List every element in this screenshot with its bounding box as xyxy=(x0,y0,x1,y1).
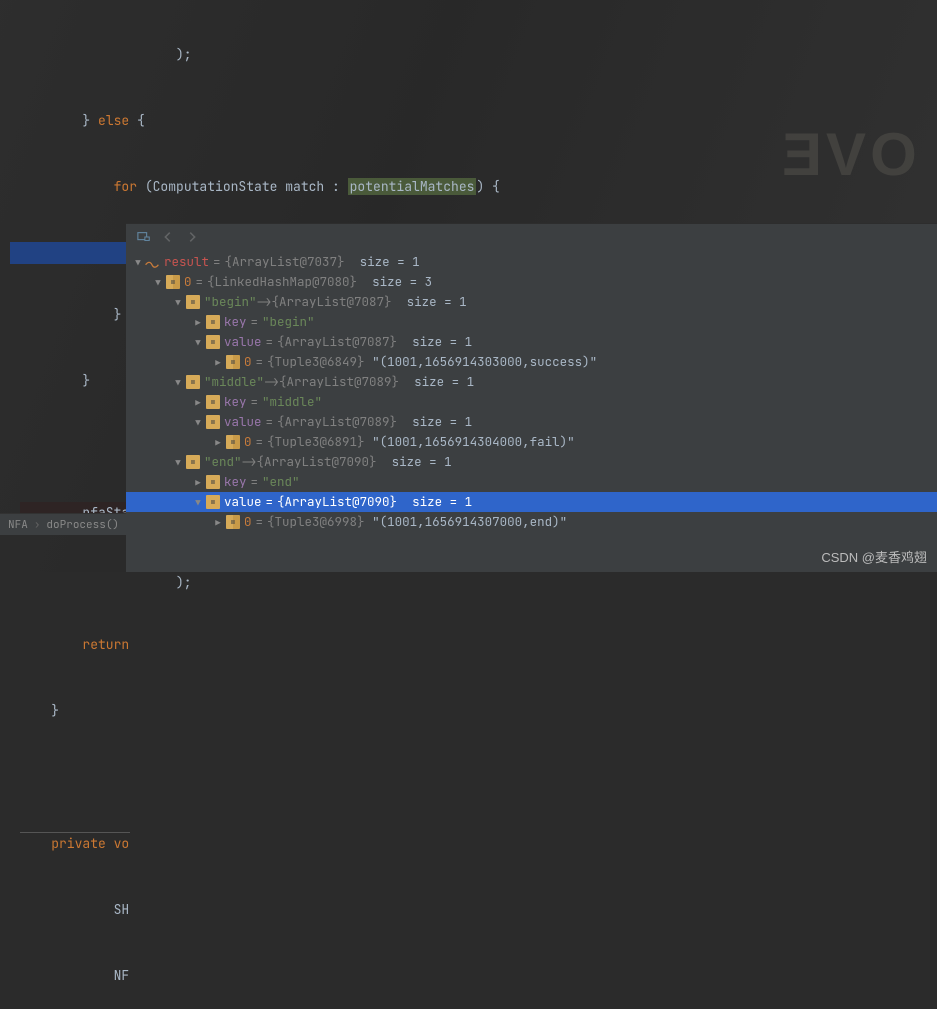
caret-icon[interactable] xyxy=(172,372,184,393)
tree-node[interactable]: = "end" -> {ArrayList@7090} size = 1 xyxy=(126,452,937,472)
object-icon: = xyxy=(186,455,200,469)
tree-node-selected[interactable]: = value = {ArrayList@7090} size = 1 xyxy=(126,492,937,512)
tree-node[interactable]: = key = "middle" xyxy=(126,392,937,412)
watch-icon xyxy=(144,256,160,268)
caret-icon[interactable] xyxy=(212,432,224,453)
object-icon: = xyxy=(166,275,180,289)
debug-toolbar xyxy=(126,224,937,250)
tree-node[interactable]: = "begin" -> {ArrayList@7087} size = 1 xyxy=(126,292,937,312)
caret-icon[interactable] xyxy=(212,352,224,373)
breadcrumb-part[interactable]: NFA xyxy=(8,518,28,532)
object-icon: = xyxy=(206,415,220,429)
tree-node[interactable]: = "middle" -> {ArrayList@7089} size = 1 xyxy=(126,372,937,392)
tree-node[interactable]: = 0 = {Tuple3@6849} "(1001,1656914303000… xyxy=(126,352,937,372)
debug-variables-panel[interactable]: result = {ArrayList@7037} size = 1 = 0 =… xyxy=(126,223,937,572)
caret-icon[interactable] xyxy=(192,492,204,513)
object-icon: = xyxy=(226,435,240,449)
object-icon: = xyxy=(186,295,200,309)
tree-node-result[interactable]: result = {ArrayList@7037} size = 1 xyxy=(126,252,937,272)
new-watch-icon[interactable] xyxy=(136,229,152,245)
code-line: ); xyxy=(10,44,937,66)
caret-icon[interactable] xyxy=(192,332,204,353)
tree-node[interactable]: = key = "end" xyxy=(126,472,937,492)
code-line: for (ComputationState match : potentialM… xyxy=(10,176,937,198)
forward-icon[interactable] xyxy=(184,229,200,245)
object-icon: = xyxy=(206,315,220,329)
object-icon: = xyxy=(206,495,220,509)
caret-icon[interactable] xyxy=(192,412,204,433)
tree-node[interactable]: = value = {ArrayList@7087} size = 1 xyxy=(126,332,937,352)
tree-node[interactable]: = 0 = {Tuple3@6998} "(1001,1656914307000… xyxy=(126,512,937,532)
breadcrumb-part[interactable]: doProcess() xyxy=(46,518,119,532)
caret-icon[interactable] xyxy=(172,292,184,313)
breadcrumb[interactable]: NFA › doProcess() xyxy=(0,513,130,535)
code-line: ); xyxy=(10,572,937,594)
caret-icon[interactable] xyxy=(172,452,184,473)
object-icon: = xyxy=(226,355,240,369)
code-editor-partial: } } nfaSta return } private vo SH NF xyxy=(10,260,130,520)
caret-icon[interactable] xyxy=(212,512,224,533)
code-line: } else { xyxy=(10,110,937,132)
caret-icon[interactable] xyxy=(152,272,164,293)
tree-node[interactable]: = value = {ArrayList@7089} size = 1 xyxy=(126,412,937,432)
object-icon: = xyxy=(206,475,220,489)
debug-variables-tree[interactable]: result = {ArrayList@7037} size = 1 = 0 =… xyxy=(126,250,937,572)
tree-node[interactable]: = 0 = {LinkedHashMap@7080} size = 3 xyxy=(126,272,937,292)
object-icon: = xyxy=(186,375,200,389)
caret-icon[interactable] xyxy=(192,392,204,413)
code-editor[interactable]: ); } else { for (ComputationState match … xyxy=(0,0,937,215)
object-icon: = xyxy=(206,335,220,349)
caret-icon[interactable] xyxy=(192,312,204,333)
object-icon: = xyxy=(206,395,220,409)
caret-icon[interactable] xyxy=(132,252,144,273)
caret-icon[interactable] xyxy=(192,472,204,493)
back-icon[interactable] xyxy=(160,229,176,245)
tree-node[interactable]: = 0 = {Tuple3@6891} "(1001,1656914304000… xyxy=(126,432,937,452)
watermark: CSDN @麦香鸡翅 xyxy=(821,547,927,566)
tree-node[interactable]: = key = "begin" xyxy=(126,312,937,332)
object-icon: = xyxy=(226,515,240,529)
chevron-right-icon: › xyxy=(34,518,41,532)
